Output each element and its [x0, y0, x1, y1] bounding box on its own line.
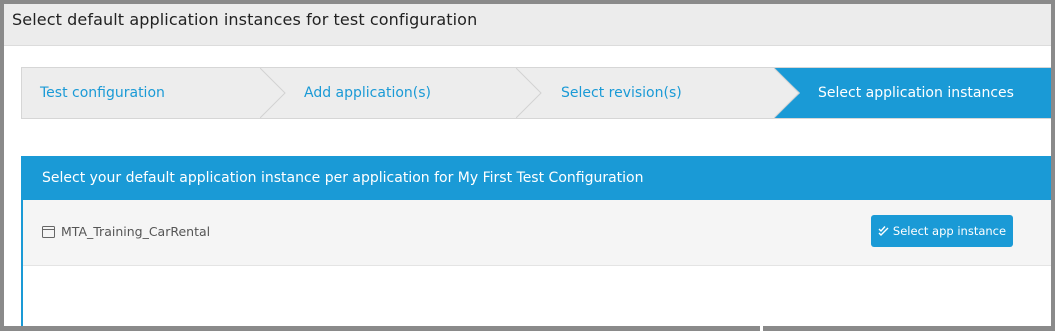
step-separator-chevron	[260, 68, 286, 118]
panel-header: Select your default application instance…	[23, 156, 1051, 200]
step-test-configuration[interactable]: Test configuration	[40, 68, 260, 118]
select-app-instance-button[interactable]: Select app instance	[871, 215, 1013, 247]
step-separator-chevron	[774, 68, 800, 118]
double-check-icon	[878, 226, 889, 236]
application-name-label: MTA_Training_CarRental	[61, 224, 211, 239]
step-label: Test configuration	[40, 85, 165, 101]
step-add-applications[interactable]: Add application(s)	[304, 68, 516, 118]
select-app-instance-label: Select app instance	[892, 224, 1007, 238]
step-label: Add application(s)	[304, 85, 431, 101]
dialog-title: Select default application instances for…	[12, 10, 478, 29]
step-label: Select revision(s)	[561, 85, 682, 101]
step-select-revisions[interactable]: Select revision(s)	[561, 68, 774, 118]
wizard-steps: Test configuration Add application(s) Se…	[21, 67, 1051, 119]
step-select-application-instances[interactable]: Select application instances	[818, 68, 1051, 118]
dialog-window: Select default application instances for…	[0, 0, 1055, 331]
calendar-icon	[42, 226, 55, 238]
list-item: MTA_Training_CarRental Select app instan…	[23, 200, 1051, 266]
application-name: MTA_Training_CarRental	[42, 224, 210, 239]
window-bottom-border	[0, 326, 1055, 331]
title-bar: Select default application instances for…	[4, 4, 1051, 46]
application-instances-panel: Select your default application instance…	[21, 156, 1051, 331]
step-separator-chevron	[516, 68, 542, 118]
window-bottom-border-gap	[760, 326, 763, 331]
step-label: Select application instances	[818, 85, 1014, 101]
